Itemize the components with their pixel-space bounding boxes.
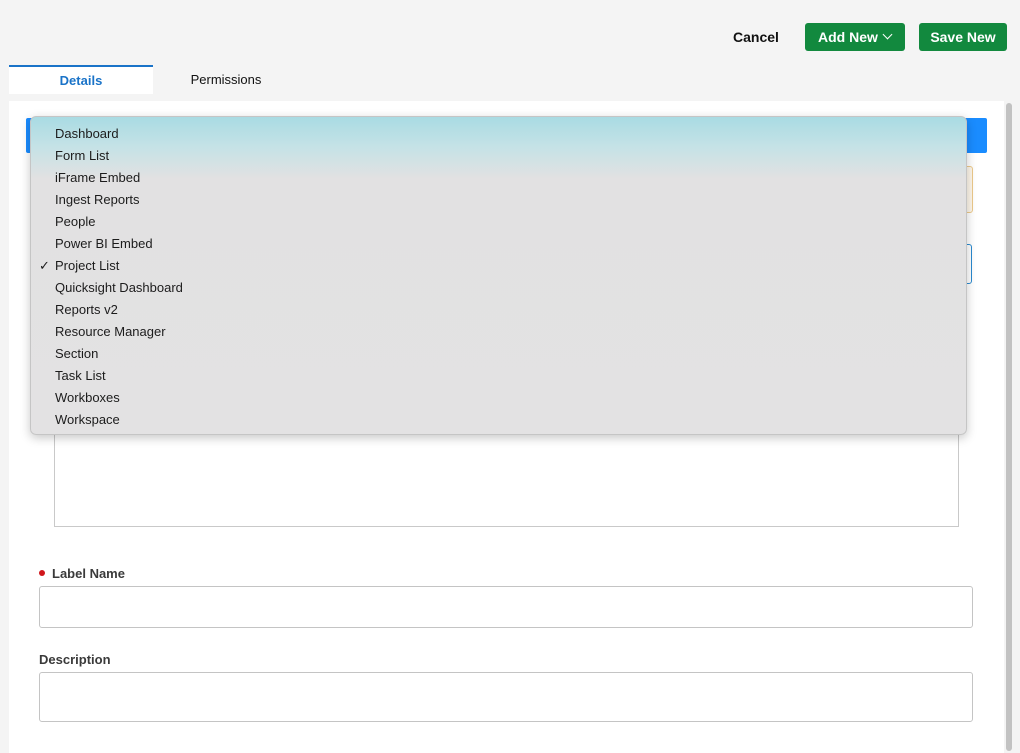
dropdown-option-label: People [55,214,96,229]
dropdown-option[interactable]: Task List [31,365,966,387]
dropdown-option[interactable]: People [31,211,966,233]
description-input[interactable] [39,672,973,722]
app-root: Cancel Add New Save New Details Permissi… [0,0,1020,753]
dropdown-option-label: iFrame Embed [55,170,141,185]
dropdown-option-label: Power BI Embed [55,236,153,251]
add-new-button[interactable]: Add New [805,23,905,51]
tab-details[interactable]: Details [9,65,153,94]
dropdown-option[interactable]: Resource Manager [31,321,966,343]
save-new-button[interactable]: Save New [919,23,1007,51]
dropdown-option-label: Workspace [55,412,120,427]
dropdown-option[interactable]: ✓ Project List [31,255,966,277]
content-textarea[interactable] [54,430,959,527]
dropdown-option[interactable]: Ingest Reports [31,189,966,211]
label-name-label: Label Name [52,566,125,581]
dropdown-option[interactable]: Quicksight Dashboard [31,277,966,299]
dropdown-option-label: Quicksight Dashboard [55,280,183,295]
dropdown-option[interactable]: Reports v2 [31,299,966,321]
chevron-down-icon [882,29,893,40]
dropdown-option[interactable]: Workspace [31,409,966,431]
dropdown-option[interactable]: Power BI Embed [31,233,966,255]
description-label: Description [39,652,111,667]
dropdown-option-label: Task List [55,368,106,383]
dropdown-option-label: Reports v2 [55,302,118,317]
dropdown-option[interactable]: iFrame Embed [31,167,966,189]
label-name-input[interactable] [39,586,973,628]
add-new-label: Add New [818,29,878,45]
dropdown-option-label: Section [55,346,99,361]
dropdown-option[interactable]: Dashboard [31,123,966,145]
dropdown-option[interactable]: Form List [31,145,966,167]
dropdown-option-label: Dashboard [55,126,119,141]
cancel-button[interactable]: Cancel [722,23,790,51]
type-dropdown-menu: Dashboard Form List iFrame Embed Ingest Rep… [30,116,967,435]
checkmark-icon: ✓ [39,258,50,273]
dropdown-option[interactable]: Section [31,343,966,365]
tab-permissions[interactable]: Permissions [154,65,298,94]
dropdown-option-label: Ingest Reports [55,192,140,207]
dropdown-option-label: Resource Manager [55,324,166,339]
required-indicator [39,570,45,576]
dropdown-option-label: Project List [55,258,120,273]
dropdown-option-label: Form List [55,148,110,163]
dropdown-option[interactable]: Workboxes [31,387,966,409]
panel-scrollbar[interactable] [1006,103,1012,751]
dropdown-option-label: Workboxes [55,390,120,405]
